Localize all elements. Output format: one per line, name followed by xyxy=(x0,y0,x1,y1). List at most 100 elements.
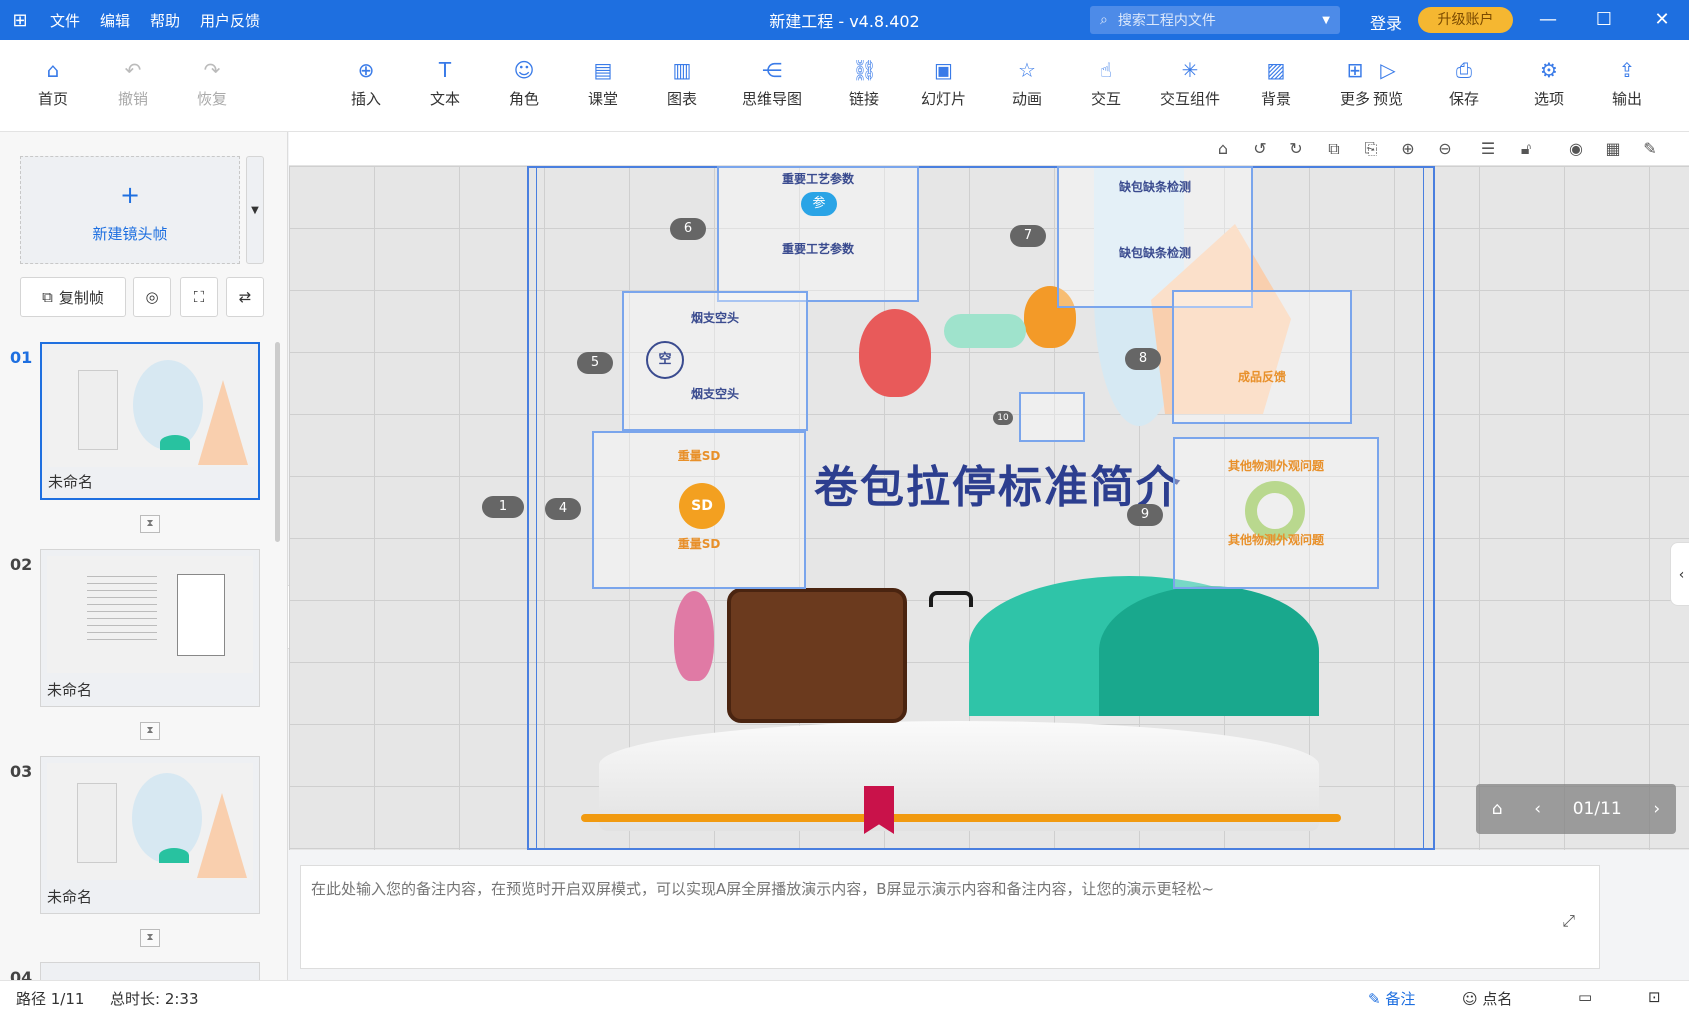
frame-title: 重要工艺参数 xyxy=(781,172,854,186)
rotate-left-icon[interactable]: ↺ xyxy=(1249,138,1271,160)
mindmap-button[interactable]: ⋲ 思维导图 xyxy=(742,58,802,109)
person-icon: ☺ xyxy=(1462,990,1483,1008)
content-frame[interactable]: 重量SD SD 重量SD xyxy=(592,431,806,589)
content-frame[interactable]: 缺包缺条检测 缺包缺条检测 xyxy=(1057,166,1253,308)
path-number-badge[interactable]: 6 xyxy=(670,218,706,240)
home-label: 首页 xyxy=(38,90,69,108)
menu-edit[interactable]: 编辑 xyxy=(90,10,140,31)
zoom-out-icon[interactable]: ⊖ xyxy=(1434,138,1456,160)
camera-icon: ◎ xyxy=(145,288,159,306)
maximize-icon[interactable]: ☐ xyxy=(1592,8,1616,32)
copy-icon[interactable]: ⧉ xyxy=(1323,138,1345,160)
undo-button[interactable]: ↶ 撤销 xyxy=(118,58,148,109)
zoom-in-icon[interactable]: ⊕ xyxy=(1397,138,1419,160)
path-number-badge[interactable]: 8 xyxy=(1125,348,1161,370)
path-number-badge[interactable]: 1 xyxy=(482,496,524,518)
upgrade-button[interactable]: 升级账户 xyxy=(1418,7,1513,33)
slide-thumbnail[interactable]: 未命名 xyxy=(40,549,260,707)
path-button[interactable]: ⇄ xyxy=(226,277,264,317)
search-icon: ⌕ xyxy=(1100,12,1108,28)
screen-icon[interactable]: ▭ xyxy=(1578,988,1592,1006)
background-button[interactable]: ▨ 背景 xyxy=(1261,58,1291,109)
chart-button[interactable]: ▥ 图表 xyxy=(667,58,697,109)
editing-canvas[interactable]: 卷包拉停标准简介 重要工艺参数 参 重要工艺参数 烟支空头 空 烟支空头 重量S… xyxy=(289,166,1689,850)
content-frame[interactable]: 成品反馈 xyxy=(1172,290,1352,424)
path-number-badge[interactable]: 4 xyxy=(545,498,581,520)
path-number-badge[interactable]: 7 xyxy=(1010,225,1046,247)
classroom-button[interactable]: ▤ 课堂 xyxy=(588,58,618,109)
slide-name: 未命名 xyxy=(48,473,94,491)
slideshow-button[interactable]: ▣ 幻灯片 xyxy=(921,58,966,109)
camera-button[interactable]: ◎ xyxy=(133,277,171,317)
main-title[interactable]: 卷包拉停标准简介 xyxy=(814,451,1182,515)
lock-icon[interactable]: 🔓︎ xyxy=(1515,138,1537,160)
content-frame[interactable]: 其他物测外观问题 其他物测外观问题 xyxy=(1173,437,1379,589)
export-button[interactable]: ⇪ 输出 xyxy=(1612,58,1642,109)
slide-thumbnail[interactable] xyxy=(40,962,260,980)
path-number-badge[interactable]: 9 xyxy=(1127,504,1163,526)
path-number-badge[interactable]: 5 xyxy=(577,352,613,374)
minimize-icon[interactable]: — xyxy=(1536,8,1560,32)
menu-feedback[interactable]: 用户反馈 xyxy=(190,10,270,31)
notes-input[interactable] xyxy=(301,866,1621,968)
path-number-badge[interactable]: 10 xyxy=(993,411,1013,425)
menu-file[interactable]: 文件 xyxy=(40,10,90,31)
home-view-icon[interactable]: ⌂ xyxy=(1212,138,1234,160)
lock-icon[interactable]: ⊡ xyxy=(1648,988,1661,1006)
options-button[interactable]: ⚙ 选项 xyxy=(1534,58,1564,109)
search-input[interactable]: ⌕ 搜索工程内文件 ▼ xyxy=(1090,6,1340,34)
save-button[interactable]: ⎙ 保存 xyxy=(1449,58,1479,109)
interact-component-button[interactable]: ✳ 交互组件 xyxy=(1160,58,1220,109)
star-icon: ☆ xyxy=(1018,58,1036,82)
paste-icon[interactable]: ⎘ xyxy=(1360,138,1382,160)
content-frame[interactable]: 重要工艺参数 参 重要工艺参数 xyxy=(717,166,919,302)
transition-icon[interactable]: ⧗ xyxy=(140,515,160,533)
transition-icon[interactable]: ⧗ xyxy=(140,722,160,740)
content-frame-small[interactable] xyxy=(1019,392,1085,442)
insert-button[interactable]: ⊕ 插入 xyxy=(351,58,381,109)
search-placeholder: 搜索工程内文件 xyxy=(1117,13,1216,29)
redo-label: 恢复 xyxy=(197,90,228,108)
edit-icon[interactable]: ✎ xyxy=(1639,138,1661,160)
rotate-right-icon[interactable]: ↻ xyxy=(1285,138,1307,160)
align-icon[interactable]: ☰ xyxy=(1477,138,1499,160)
link-button[interactable]: ⛓ 链接 xyxy=(849,58,879,109)
role-button[interactable]: ☺ 角色 xyxy=(509,58,539,109)
chevron-right-icon[interactable]: › xyxy=(1653,799,1660,819)
text-button[interactable]: T 文本 xyxy=(430,58,460,109)
interaction-button[interactable]: ☝ 交互 xyxy=(1091,58,1121,109)
chevron-left-icon[interactable]: ‹ xyxy=(1534,799,1541,819)
rollcall-button[interactable]: ☺ 点名 xyxy=(1462,988,1512,1009)
options-label: 选项 xyxy=(1534,90,1565,108)
panel-scrollbar[interactable] xyxy=(275,342,280,542)
menu-help[interactable]: 帮助 xyxy=(140,10,190,31)
copy-frame-button[interactable]: ⧉ 复制帧 xyxy=(20,277,126,317)
more-button[interactable]: ⊞ 更多 xyxy=(1340,58,1370,109)
slide-thumbnail[interactable]: 未命名 xyxy=(40,342,260,500)
app-logo-icon[interactable]: ⊞ xyxy=(0,0,40,40)
collapse-right-panel-button[interactable]: ‹ xyxy=(1670,542,1689,606)
animation-button[interactable]: ☆ 动画 xyxy=(1012,58,1042,109)
person-icon: ☺ xyxy=(513,58,535,82)
preview-button[interactable]: ▷ 预览 xyxy=(1373,58,1403,109)
save-icon: ⎙ xyxy=(1456,58,1472,82)
chevron-down-icon[interactable]: ▼ xyxy=(1322,15,1330,26)
screenshot-icon[interactable]: ◉ xyxy=(1565,138,1587,160)
notes-toggle[interactable]: ✎ 备注 xyxy=(1368,988,1415,1009)
chevron-left-icon: ‹ xyxy=(1678,567,1685,583)
transition-icon[interactable]: ⧗ xyxy=(140,929,160,947)
new-frame-button[interactable]: + 新建镜头帧 xyxy=(20,156,240,264)
login-link[interactable]: 登录 xyxy=(1370,10,1402,34)
new-frame-dropdown[interactable]: ▼ xyxy=(246,156,264,264)
classroom-icon: ▤ xyxy=(593,58,613,82)
redo-button[interactable]: ↷ 恢复 xyxy=(197,58,227,109)
home-button[interactable]: ⌂ 首页 xyxy=(38,58,68,109)
close-icon[interactable]: ✕ xyxy=(1650,8,1674,32)
fit-frame-button[interactable]: ⛶ xyxy=(180,277,218,317)
content-frame[interactable]: 烟支空头 空 烟支空头 xyxy=(622,291,808,431)
layers-icon[interactable]: ▦ xyxy=(1602,138,1624,160)
slide-thumbnail[interactable]: 未命名 xyxy=(40,756,260,914)
expand-icon[interactable]: ⤢ xyxy=(1562,911,1575,931)
link-label: 链接 xyxy=(849,90,880,108)
home-icon[interactable]: ⌂ xyxy=(1492,799,1503,819)
